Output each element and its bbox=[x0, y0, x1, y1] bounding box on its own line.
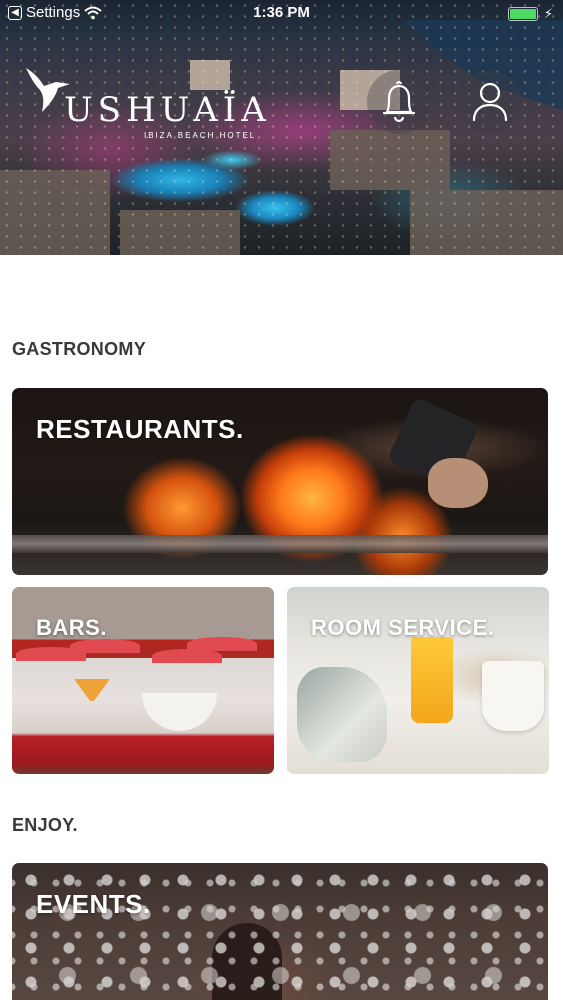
chef-hand-image bbox=[428, 458, 488, 508]
status-time: 1:36 PM bbox=[253, 4, 310, 21]
restaurants-card-label: RESTAURANTS. bbox=[36, 414, 244, 444]
bell-icon bbox=[382, 81, 416, 123]
events-card[interactable]: EVENTS. bbox=[12, 863, 548, 1000]
status-bar: ◀ Settings 1:36 PM ⚡ bbox=[0, 0, 563, 28]
logo-subtext: IBIZA BEACH HOTEL bbox=[144, 131, 257, 140]
confetti-bubbles-image bbox=[12, 863, 548, 1000]
logo-text: USHUAÏA bbox=[64, 90, 271, 130]
room-service-card[interactable]: ROOM SERVICE. bbox=[287, 587, 549, 774]
section-title-gastronomy: GASTRONOMY bbox=[12, 339, 147, 359]
umbrella-image bbox=[187, 637, 257, 651]
cocktail-glass-image bbox=[74, 679, 110, 701]
battery-icon bbox=[507, 7, 538, 21]
bars-card-label: BARS. bbox=[36, 615, 107, 640]
coffee-cup-image bbox=[482, 661, 544, 731]
brand-logo: USHUAÏA IBIZA BEACH HOTEL bbox=[22, 64, 266, 144]
food-bowl-image bbox=[142, 693, 217, 731]
events-card-label: EVENTS. bbox=[36, 889, 151, 919]
charging-bolt-icon: ⚡ bbox=[543, 6, 553, 21]
napkin-image bbox=[297, 667, 387, 762]
umbrella-image bbox=[152, 649, 222, 663]
orange-juice-image bbox=[411, 637, 453, 723]
section-title-enjoy: ENJOY. bbox=[12, 815, 78, 835]
room-service-card-label: ROOM SERVICE. bbox=[311, 615, 495, 640]
umbrella-image bbox=[70, 639, 140, 653]
grill-image bbox=[12, 535, 548, 553]
bars-card[interactable]: BARS. bbox=[12, 587, 274, 774]
profile-button[interactable] bbox=[458, 70, 522, 134]
user-icon bbox=[472, 82, 508, 122]
restaurants-card[interactable]: RESTAURANTS. bbox=[12, 388, 548, 575]
notifications-button[interactable] bbox=[367, 70, 431, 134]
